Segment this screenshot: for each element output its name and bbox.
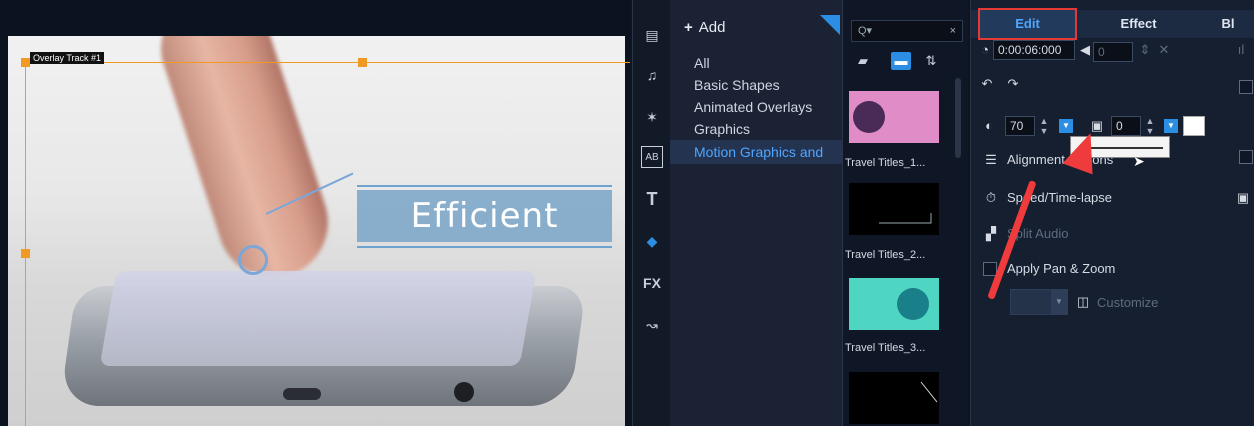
checkbox-right[interactable]: [1239, 80, 1253, 94]
volume-field[interactable]: 0: [1093, 42, 1133, 62]
fx-icon[interactable]: FX: [641, 272, 663, 294]
tap-indicator: [238, 245, 268, 275]
phone-port: [283, 388, 321, 400]
audio-icon[interactable]: ♫: [641, 64, 663, 86]
phone-jack: [454, 382, 474, 402]
tree-item-graphics[interactable]: Graphics: [694, 121, 750, 137]
thumb-4-bg: [849, 372, 939, 424]
video-editor: Efficient Overlay Track #1 ▤ ♫ ✶ AB T ◆ …: [0, 0, 1254, 426]
border-icon: ▣: [1090, 118, 1104, 133]
clock-icon: ◔: [981, 42, 989, 57]
mute-icon[interactable]: ✕: [1156, 42, 1172, 58]
add-label: Add: [698, 19, 726, 36]
transition-icon[interactable]: ✶: [641, 106, 663, 128]
options-panel: Edit Effect Bl ◔ 0:00:06:000 ◀ 0 ⇕ ✕ ıl …: [970, 0, 1254, 426]
overlay-icon[interactable]: ◆: [641, 230, 663, 252]
thumb-1-dot: [853, 101, 885, 133]
tab-effect[interactable]: Effect: [1091, 10, 1186, 38]
thumbnail-view-icon[interactable]: ▬: [891, 52, 911, 70]
selection-border-left: [25, 62, 26, 426]
mouse-cursor-icon: ➤: [1133, 153, 1145, 169]
tree-item-all[interactable]: All: [694, 55, 710, 71]
preview-panel: Efficient Overlay Track #1: [0, 0, 630, 426]
opacity-icon: ◐: [985, 118, 993, 133]
scrollbar[interactable]: [955, 78, 961, 158]
title-text[interactable]: Efficient: [357, 190, 612, 242]
speed-side-icon[interactable]: ▣: [1235, 190, 1251, 206]
resize-handle[interactable]: [21, 58, 30, 67]
duration-field[interactable]: 0:00:06:000: [993, 40, 1075, 60]
border-spin-icon[interactable]: ▲ ▼: [1145, 116, 1155, 136]
tree-item-motion-graphics[interactable]: Motion Graphics and: [694, 144, 823, 160]
selection-border-top: [25, 62, 630, 63]
thumbnail-4-image: [849, 372, 939, 424]
title-ab-icon[interactable]: AB: [641, 146, 663, 168]
pin-icon[interactable]: [820, 15, 840, 35]
opacity-dropdown-icon[interactable]: ▼: [1059, 119, 1073, 133]
thumb-2-bg: [849, 183, 939, 235]
rotate-right-icon[interactable]: ↷: [1005, 76, 1021, 92]
thumbnail-2[interactable]: [849, 183, 939, 235]
thumbnail-2-label: Travel Titles_2...: [845, 249, 926, 261]
library-tree: + Add All Basic Shapes Animated Overlays …: [670, 0, 842, 426]
alignment-icon: ☰: [985, 152, 997, 167]
customize-button[interactable]: Customize: [1097, 295, 1158, 310]
phone-screen: [99, 271, 537, 366]
volume-icon[interactable]: ◀: [1077, 42, 1093, 58]
thumbnail-1-label: Travel Titles_1...: [845, 157, 926, 169]
speed-icon: ⏱: [985, 190, 997, 205]
thumbnail-1-image: [849, 91, 939, 143]
split-audio-icon: ▞: [986, 226, 996, 241]
media-icon[interactable]: ▤: [641, 24, 663, 46]
sort-icon[interactable]: ⇅: [921, 52, 941, 70]
customize-icon: ◫: [1076, 294, 1090, 309]
thumbnail-3[interactable]: [849, 278, 939, 330]
tab-edit[interactable]: Edit: [978, 8, 1077, 40]
library-icon-rail: ▤ ♫ ✶ AB T ◆ FX ↝: [632, 0, 670, 426]
text-icon[interactable]: T: [641, 188, 663, 210]
thumbnail-3-image: [849, 278, 939, 330]
thumbnail-3-label: Travel Titles_3...: [845, 342, 926, 354]
border-color-swatch[interactable]: [1183, 116, 1205, 136]
border-dropdown-icon[interactable]: ▼: [1164, 119, 1178, 133]
audio-levels-icon[interactable]: ıl: [1233, 42, 1249, 58]
import-folder-icon[interactable]: ▰: [853, 52, 873, 70]
apply-pan-zoom-label: Apply Pan & Zoom: [1007, 261, 1116, 276]
search-input[interactable]: Q▾ ×: [851, 20, 963, 42]
chevron-down-icon[interactable]: ▼: [1051, 290, 1067, 314]
pan-zoom-preset-dropdown[interactable]: ▼: [1010, 289, 1068, 315]
tab-blend[interactable]: Bl: [1203, 10, 1253, 38]
resize-handle[interactable]: [21, 249, 30, 258]
thumbnail-1[interactable]: [849, 91, 939, 143]
opacity-spin-icon[interactable]: ▲ ▼: [1039, 116, 1049, 136]
resize-handle[interactable]: [358, 58, 367, 67]
search-icon: Q▾: [858, 25, 873, 37]
rotate-left-icon[interactable]: ↶: [979, 76, 995, 92]
opacity-field[interactable]: 70: [1005, 116, 1035, 136]
close-icon[interactable]: ×: [950, 21, 956, 41]
volume-spin-icon[interactable]: ⇕: [1137, 42, 1153, 58]
motion-path-icon[interactable]: ↝: [641, 314, 663, 336]
thumbnail-4[interactable]: [849, 372, 939, 424]
library-thumbnails: Q▾ × ▰ ▬ ⇅ Travel Titles_1... Travel Tit…: [842, 0, 968, 426]
checkbox-right-2[interactable]: [1239, 150, 1253, 164]
thumb-3-dot: [897, 288, 929, 320]
border-field[interactable]: 0: [1111, 116, 1141, 136]
add-button[interactable]: + Add: [684, 19, 725, 36]
tree-item-basic-shapes[interactable]: Basic Shapes: [694, 77, 780, 93]
tree-item-animated-overlays[interactable]: Animated Overlays: [694, 99, 812, 115]
plus-icon: +: [684, 19, 693, 36]
thumbnail-2-image: [849, 183, 939, 235]
overlay-track-label: Overlay Track #1: [30, 52, 105, 64]
title-bar-top: [357, 185, 612, 187]
title-bar-bottom: [357, 246, 612, 248]
